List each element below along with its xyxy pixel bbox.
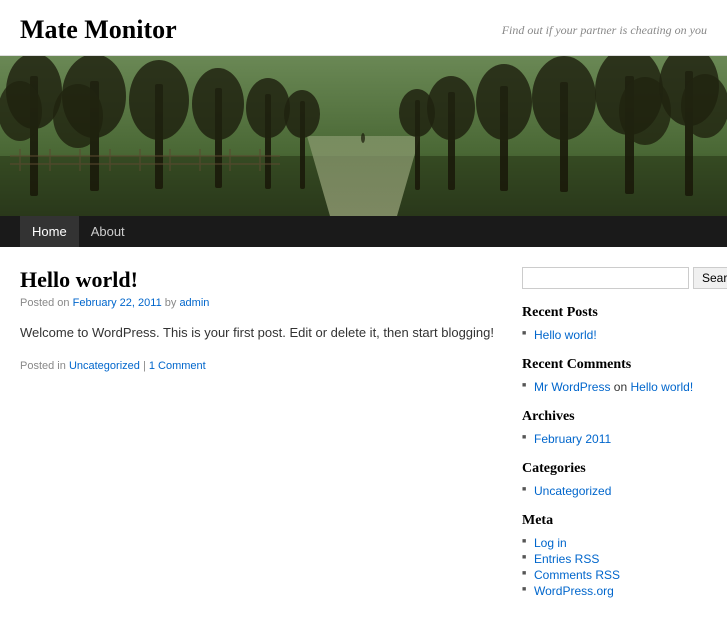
post-meta: Posted on February 22, 2011 by admin <box>20 297 502 309</box>
meta-item-entries-rss: Entries RSS <box>522 551 707 567</box>
recent-comments-title: Recent Comments <box>522 357 707 373</box>
meta-wordpress-link[interactable]: WordPress.org <box>534 584 614 598</box>
recent-posts-title: Recent Posts <box>522 305 707 321</box>
site-tagline: Find out if your partner is cheating on … <box>502 23 707 38</box>
meta-comments-rss-link[interactable]: Comments RSS <box>534 568 620 582</box>
meta-item-wordpress: WordPress.org <box>522 583 707 599</box>
category-link[interactable]: Uncategorized <box>534 484 611 498</box>
recent-comments-list: Mr WordPress on Hello world! <box>522 379 707 395</box>
search-widget: Search <box>522 267 707 289</box>
post-comment-link[interactable]: 1 Comment <box>149 360 206 372</box>
nav-home[interactable]: Home <box>20 216 79 247</box>
categories-section: Categories Uncategorized <box>522 461 707 499</box>
nav-about[interactable]: About <box>79 216 137 247</box>
meta-title: Meta <box>522 513 707 529</box>
comment-author-link[interactable]: Mr WordPress <box>534 380 610 394</box>
post-category-link[interactable]: Uncategorized <box>69 360 140 372</box>
post-meta-prefix: Posted on <box>20 297 70 309</box>
archive-item: February 2011 <box>522 431 707 447</box>
meta-item-login: Log in <box>522 535 707 551</box>
archives-list: February 2011 <box>522 431 707 447</box>
post-title: Hello world! <box>20 267 502 293</box>
post-footer-prefix: Posted in <box>20 360 66 372</box>
recent-post-item: Hello world! <box>522 327 707 343</box>
navigation: Home About <box>0 216 727 247</box>
sidebar: Search Recent Posts Hello world! Recent … <box>522 267 707 613</box>
post-author-link[interactable]: admin <box>179 297 209 309</box>
banner-image <box>0 56 727 216</box>
recent-comments-section: Recent Comments Mr WordPress on Hello wo… <box>522 357 707 395</box>
meta-entries-rss-link[interactable]: Entries RSS <box>534 552 599 566</box>
post-author-prefix: by <box>165 297 180 309</box>
post-footer: Posted in Uncategorized | 1 Comment <box>20 360 502 372</box>
meta-section: Meta Log in Entries RSS Comments RSS Wor… <box>522 513 707 599</box>
archives-title: Archives <box>522 409 707 425</box>
site-title: Mate Monitor <box>20 15 177 45</box>
main-content: Hello world! Posted on February 22, 2011… <box>20 267 502 613</box>
meta-login-link[interactable]: Log in <box>534 536 567 550</box>
recent-posts-list: Hello world! <box>522 327 707 343</box>
recent-posts-section: Recent Posts Hello world! <box>522 305 707 343</box>
comment-on-text: on <box>614 380 631 394</box>
comment-post-link[interactable]: Hello world! <box>630 380 693 394</box>
search-input[interactable] <box>522 267 689 289</box>
archives-section: Archives February 2011 <box>522 409 707 447</box>
categories-title: Categories <box>522 461 707 477</box>
search-button[interactable]: Search <box>693 267 727 289</box>
categories-list: Uncategorized <box>522 483 707 499</box>
archive-link[interactable]: February 2011 <box>534 432 611 446</box>
category-item: Uncategorized <box>522 483 707 499</box>
recent-comment-item: Mr WordPress on Hello world! <box>522 379 707 395</box>
recent-post-link[interactable]: Hello world! <box>534 328 597 342</box>
post-date-link[interactable]: February 22, 2011 <box>73 297 162 309</box>
post-content: Welcome to WordPress. This is your first… <box>20 323 502 344</box>
meta-item-comments-rss: Comments RSS <box>522 567 707 583</box>
